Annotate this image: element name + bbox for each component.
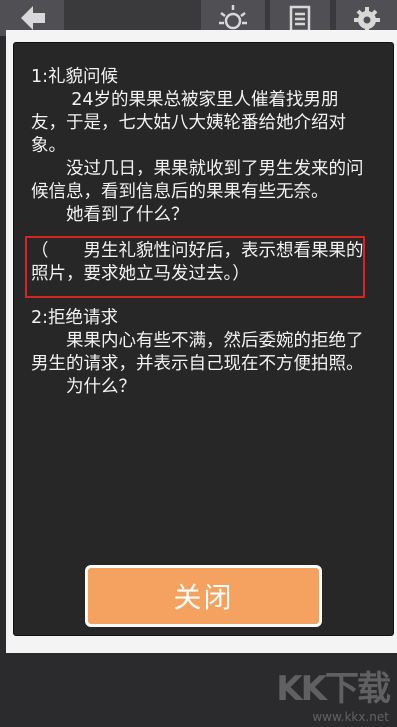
watermark: KK下载 www.kkx.net [249,661,391,724]
paragraph-3: 果果内心有些不满，然后委婉的拒绝了男生的请求，并表示自己现在不方便拍照。 [31,331,364,374]
close-button[interactable]: 关闭 [85,565,322,627]
question-2: 为什么？ [66,377,136,397]
watermark-url: www.kkx.net [312,710,389,724]
paragraph-1: 24岁的果果总被家里人催着找男朋友，于是，七大姑八大姨轮番给她介绍对象。 [31,90,346,156]
question-1: 她看到了什么？ [66,205,189,225]
section1: 1:礼貌问候 24岁的果果总被家里人催着找男朋友，于是，七大姑八大姨轮番给她介绍… [31,66,364,227]
section2: 2:拒绝请求 果果内心有些不满，然后委婉的拒绝了男生的请求，并表示自己现在不方便… [31,307,364,399]
paragraph-2: 没过几日，果果就收到了男生发来的问候信息，看到信息后的果果有些无奈。 [31,159,364,202]
answer-1: （ 男生礼貌性问好后，表示想看果果的照片，要求她立马发过去。） [31,241,364,284]
section1-title: 1:礼貌问候 [31,67,119,87]
watermark-logo: KK下载 [276,669,391,709]
section2-title: 2:拒绝请求 [31,308,119,328]
